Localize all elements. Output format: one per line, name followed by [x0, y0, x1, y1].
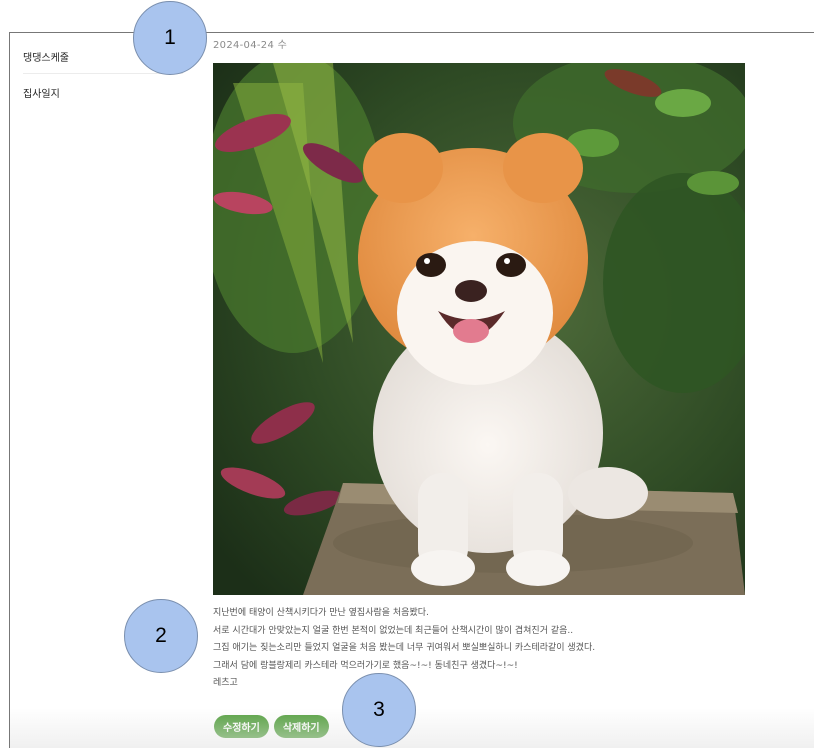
annotation-marker-2: 2 [124, 599, 198, 673]
post-body: 지난번에 태양이 산책시키다가 만난 옆집사람을 처음봤다. 서로 시간대가 안… [213, 605, 773, 693]
annotation-marker-3: 3 [342, 673, 416, 747]
dog-photo-image [213, 63, 745, 595]
edit-button[interactable]: 수정하기 [214, 715, 269, 738]
post-line: 그래서 담에 랑블랑제리 카스테라 먹으러가기로 했음~!~! 동네친구 생겼다… [213, 660, 518, 671]
post-line: 레츠고 [213, 678, 238, 688]
post-line: 그집 애기는 짖는소리만 들었지 얼굴을 처음 봤는데 너무 귀여워서 뽀실뽀실… [213, 643, 596, 653]
post-date: 2024-04-24 수 [213, 40, 288, 51]
delete-button[interactable]: 삭제하기 [273, 715, 329, 738]
sidebar-item-diary[interactable]: 집사일지 [23, 85, 183, 100]
annotation-marker-1: 1 [133, 1, 207, 75]
post-line: 서로 시간대가 안맞았는지 얼굴 한번 본적이 없었는데 최근들어 산책시간이 … [213, 625, 574, 636]
post-photo [213, 63, 745, 595]
post-actions: 수정하기 삭제하기 [214, 715, 329, 738]
post-line: 지난번에 태양이 산책시키다가 만난 옆집사람을 처음봤다. [213, 608, 429, 618]
